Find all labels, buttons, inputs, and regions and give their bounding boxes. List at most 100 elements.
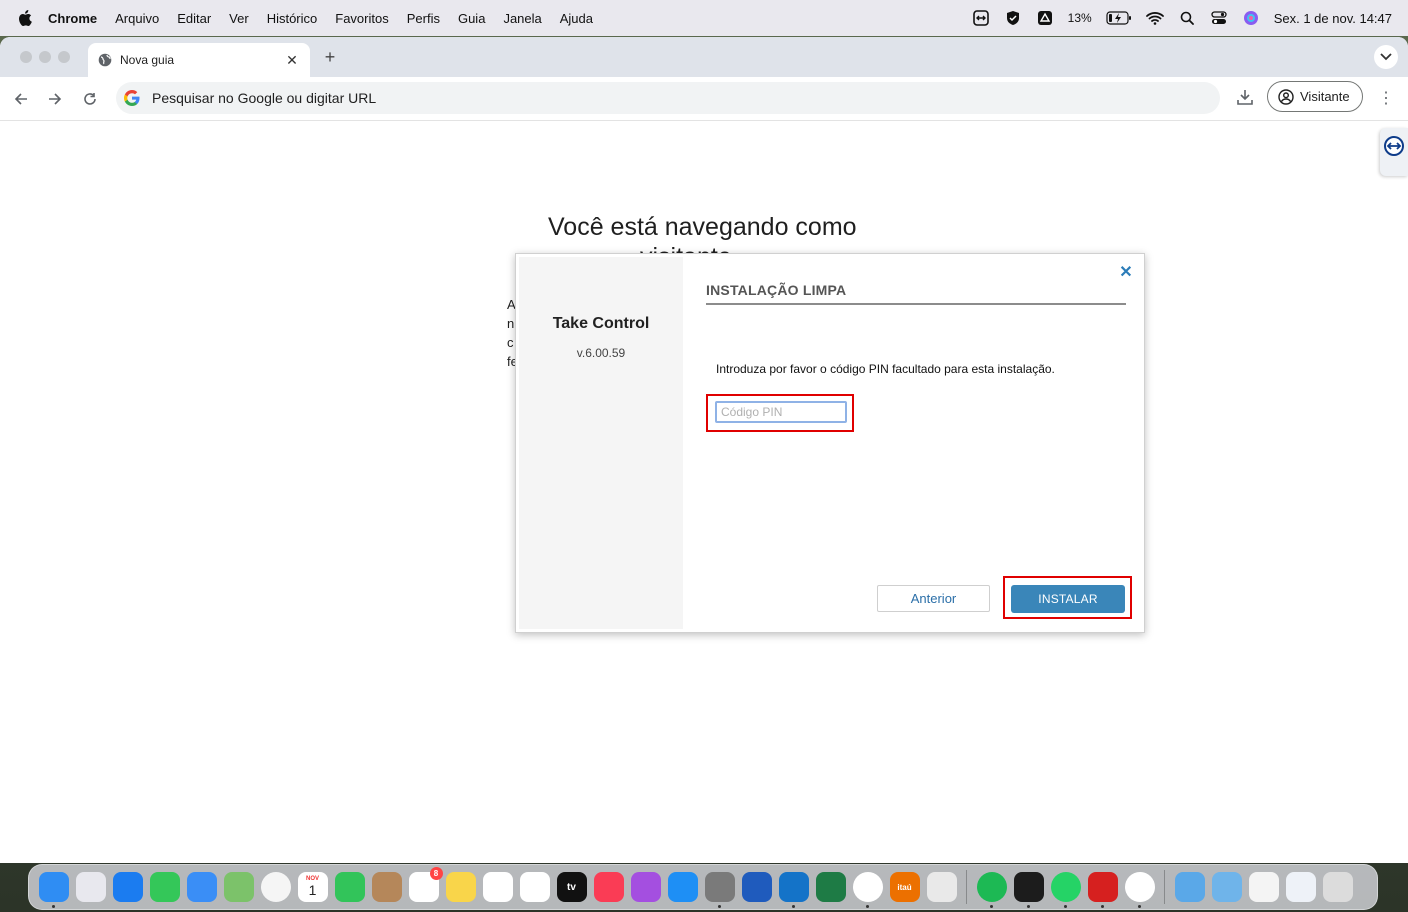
- reminders-badge: 8: [429, 867, 443, 880]
- tab-search-chevron-icon[interactable]: [1374, 45, 1398, 69]
- menu-bar-clock[interactable]: Sex. 1 de nov. 14:47: [1274, 11, 1392, 26]
- launchpad-icon[interactable]: [75, 872, 106, 902]
- app-store-icon[interactable]: [667, 872, 698, 902]
- spotlight-search-icon[interactable]: [1178, 9, 1196, 27]
- reminders-icon[interactable]: 8: [408, 867, 443, 902]
- teamviewer-status-icon[interactable]: [972, 9, 990, 27]
- safari-icon[interactable]: [112, 872, 143, 902]
- download-icon[interactable]: [1236, 88, 1256, 108]
- running-indicator: [1026, 905, 1030, 908]
- trash-icon[interactable]: [1322, 872, 1353, 902]
- freeform-icon[interactable]: [482, 872, 513, 902]
- running-indicator: [989, 905, 993, 908]
- omnibox[interactable]: [116, 82, 1220, 114]
- reload-icon[interactable]: [79, 88, 101, 110]
- running-indicator: [1100, 905, 1104, 908]
- pin-code-input[interactable]: [715, 401, 847, 423]
- chrome-icon[interactable]: [852, 872, 883, 908]
- recent-window-thumbnail-2[interactable]: [1285, 872, 1316, 902]
- recent-window-thumbnail-1[interactable]: [1248, 872, 1279, 902]
- notes-icon[interactable]: [445, 872, 476, 902]
- google-g-icon: [124, 90, 140, 106]
- tab-title: Nova guia: [120, 53, 175, 67]
- running-indicator: [717, 905, 721, 908]
- apple-menu-icon[interactable]: [18, 10, 32, 26]
- vpn-shield-icon[interactable]: [1004, 9, 1022, 27]
- google-drive-icon[interactable]: [519, 872, 550, 902]
- apple-tv-label: tv: [567, 881, 576, 893]
- folder-icon[interactable]: [1174, 872, 1205, 902]
- contacts-icon[interactable]: [371, 872, 402, 902]
- guest-text-fragment-4: fe: [507, 354, 515, 369]
- downloads-folder-icon[interactable]: [1211, 872, 1242, 902]
- window-close-button[interactable]: [20, 51, 32, 63]
- whatsapp-icon[interactable]: [1050, 872, 1081, 908]
- chrome-canary-icon[interactable]: [1124, 872, 1155, 908]
- tab-close-icon[interactable]: ✕: [284, 52, 300, 68]
- messages-icon[interactable]: [149, 872, 180, 902]
- dialog-close-icon[interactable]: ✕: [1118, 264, 1134, 281]
- podcasts-icon[interactable]: [630, 872, 661, 902]
- menu-ajuda[interactable]: Ajuda: [560, 11, 593, 26]
- window-zoom-button[interactable]: [58, 51, 70, 63]
- menu-app-name[interactable]: Chrome: [48, 11, 97, 26]
- guest-text-fragment-2: n: [507, 316, 515, 331]
- maps-icon[interactable]: [223, 872, 254, 902]
- dialog-sidebar: Take Control v.6.00.59: [519, 257, 683, 629]
- mail-icon[interactable]: [186, 872, 217, 902]
- macos-menu-bar: Chrome Arquivo Editar Ver Histórico Favo…: [0, 0, 1408, 36]
- guest-profile-icon: [1278, 88, 1294, 105]
- finder-icon[interactable]: [38, 872, 69, 908]
- acrobat-icon[interactable]: [1087, 872, 1118, 908]
- menu-janela[interactable]: Janela: [503, 11, 541, 26]
- new-tab-plus-icon[interactable]: +: [320, 47, 340, 67]
- forward-arrow-icon[interactable]: [44, 88, 66, 110]
- anterior-button[interactable]: Anterior: [877, 585, 990, 612]
- tab-nova-guia[interactable]: Nova guia ✕: [88, 43, 310, 77]
- guest-text-fragment-1: A: [507, 297, 515, 312]
- menu-perfis[interactable]: Perfis: [407, 11, 440, 26]
- control-center-icon[interactable]: [1210, 9, 1228, 27]
- take-control-install-dialog: Take Control v.6.00.59 ✕ INSTALAÇÃO LIMP…: [515, 253, 1145, 633]
- menu-historico[interactable]: Histórico: [267, 11, 318, 26]
- teamviewer-side-widget[interactable]: [1380, 128, 1408, 176]
- phone-mirroring-icon[interactable]: [926, 872, 957, 902]
- system-settings-icon[interactable]: [704, 872, 735, 908]
- music-icon[interactable]: [593, 872, 624, 902]
- excel-icon[interactable]: [815, 872, 846, 902]
- menu-guia[interactable]: Guia: [458, 11, 485, 26]
- menu-ver[interactable]: Ver: [229, 11, 249, 26]
- instalar-button[interactable]: INSTALAR: [1011, 585, 1125, 613]
- apple-tv-icon[interactable]: tv: [556, 872, 587, 902]
- running-indicator: [51, 905, 55, 908]
- dock-separator: [1164, 870, 1165, 904]
- itau-icon[interactable]: itaú: [889, 872, 920, 902]
- back-arrow-icon[interactable]: [10, 88, 32, 110]
- calendar-icon[interactable]: NOV 1: [297, 872, 328, 902]
- wifi-icon[interactable]: [1145, 9, 1164, 27]
- product-name: Take Control: [552, 315, 650, 332]
- drive-sync-icon[interactable]: [1036, 9, 1054, 27]
- dialog-title: INSTALAÇÃO LIMPA: [706, 282, 847, 298]
- facetime-icon[interactable]: [334, 872, 365, 902]
- window-minimize-button[interactable]: [39, 51, 51, 63]
- calendar-day: 1: [308, 882, 317, 898]
- outlook-icon[interactable]: [778, 872, 809, 908]
- guest-heading: Você está navegando como: [548, 213, 857, 241]
- omnibox-input[interactable]: [150, 89, 1220, 107]
- globe-icon: [98, 53, 112, 67]
- menu-favoritos[interactable]: Favoritos: [335, 11, 388, 26]
- siri-icon[interactable]: [1242, 9, 1260, 27]
- running-indicator: [865, 905, 869, 908]
- spotify-icon[interactable]: [976, 872, 1007, 908]
- menu-editar[interactable]: Editar: [177, 11, 211, 26]
- profile-button[interactable]: Visitante: [1267, 81, 1363, 112]
- menu-arquivo[interactable]: Arquivo: [115, 11, 159, 26]
- chrome-menu-icon[interactable]: ⋮: [1378, 88, 1394, 108]
- profile-label: Visitante: [1300, 89, 1350, 104]
- terminal-icon[interactable]: [1013, 872, 1044, 908]
- battery-charging-icon[interactable]: [1106, 9, 1132, 27]
- word-icon[interactable]: [741, 872, 772, 902]
- running-indicator: [1063, 905, 1067, 908]
- photos-icon[interactable]: [260, 872, 291, 902]
